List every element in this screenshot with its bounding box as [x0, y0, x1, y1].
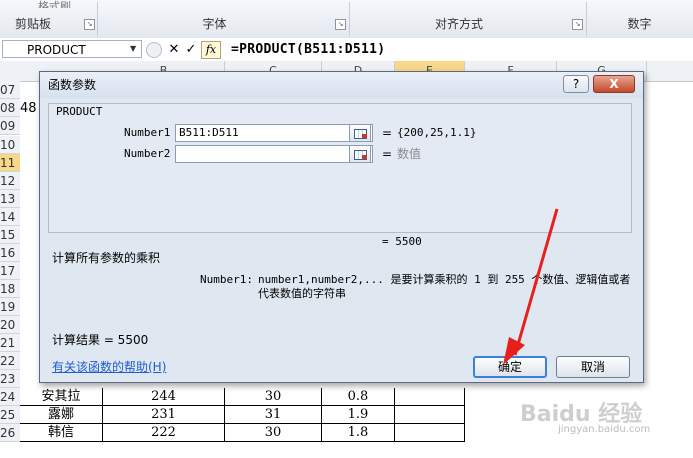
insert-function-icon[interactable]: fx [201, 41, 221, 59]
arg-description: number1,number2,... 是要计算乘积的 1 到 255 个数值、… [258, 273, 631, 300]
formula-result: = 5500 [382, 235, 422, 248]
cell-name[interactable]: 露娜 [20, 406, 103, 424]
group-number-label: 数字 [627, 17, 652, 31]
cell-value[interactable]: 31 [225, 406, 322, 424]
row-header[interactable]: 11 [0, 154, 20, 172]
cell-empty[interactable] [395, 406, 465, 424]
equals-sign: = [382, 147, 393, 161]
cell-value[interactable]: 244 [103, 388, 225, 406]
row-header[interactable]: 23 [0, 370, 20, 388]
row-header[interactable]: 14 [0, 208, 20, 226]
row-header[interactable]: 26 [0, 424, 20, 442]
cell-value[interactable]: 0.8 [322, 388, 395, 406]
row-header[interactable]: 24 [0, 388, 20, 406]
arg-label-number1: Number1 [124, 126, 171, 139]
cancel-button[interactable]: 取消 [556, 356, 630, 378]
group-font-label: 字体 [202, 17, 227, 31]
number2-input[interactable] [175, 145, 373, 163]
row-header[interactable]: 08 [0, 99, 20, 117]
function-name: PRODUCT [56, 105, 103, 118]
format-painter-label[interactable]: 格式刷 [38, 0, 71, 8]
row-header[interactable]: 25 [0, 406, 20, 424]
formula-input[interactable]: =PRODUCT(B511:D511) [231, 41, 385, 59]
row-header[interactable]: 20 [0, 316, 20, 334]
cell-value[interactable]: 30 [225, 424, 322, 442]
name-box[interactable]: PRODUCT [2, 40, 142, 58]
font-launcher-icon[interactable]: ↘ [335, 19, 346, 30]
cell-name[interactable]: 韩信 [20, 424, 103, 442]
confirm-entry-icon[interactable]: ✓ [183, 41, 199, 58]
formula-bar: PRODUCT ▼ ✕ ✓ fx =PRODUCT(B511:D511) [0, 38, 693, 62]
cell-name[interactable]: 安其拉 [20, 388, 103, 406]
cell-value[interactable]: 222 [103, 424, 225, 442]
alignment-launcher-icon[interactable]: ↘ [572, 19, 583, 30]
row-header[interactable]: 18 [0, 280, 20, 298]
cell-value[interactable]: 1.9 [322, 406, 395, 424]
cancel-entry-icon[interactable]: ✕ [166, 41, 182, 58]
cell-value[interactable]: 231 [103, 406, 225, 424]
equals-sign: = [382, 126, 393, 140]
cell-value[interactable]: 48 [20, 100, 37, 118]
group-clipboard-label: 剪贴板 [14, 17, 51, 31]
row-header[interactable]: 15 [0, 226, 20, 244]
row-header[interactable]: 10 [0, 136, 20, 154]
row-header[interactable]: 12 [0, 172, 20, 190]
help-icon[interactable]: ? [563, 75, 589, 93]
row-header[interactable]: 16 [0, 244, 20, 262]
row-header[interactable]: 17 [0, 262, 20, 280]
row-header[interactable]: 07 [0, 81, 20, 99]
cell-value[interactable]: 1.8 [322, 424, 395, 442]
chevron-down-icon[interactable]: ▼ [130, 44, 136, 53]
arg-label-number2: Number2 [124, 147, 171, 160]
formula-bar-expand-icon[interactable] [146, 42, 162, 58]
calculation-result: 计算结果 = 5500 [52, 333, 149, 347]
dialog-title-bar[interactable]: 函数参数 ? X [40, 72, 643, 98]
number2-result: 数值 [397, 147, 422, 161]
number1-input[interactable]: B511:D511 [175, 124, 373, 142]
collapse-dialog-icon[interactable] [349, 145, 371, 163]
cell-value[interactable]: 30 [225, 388, 322, 406]
dialog-title: 函数参数 [48, 78, 97, 92]
row-header[interactable]: 22 [0, 352, 20, 370]
watermark-url: jingyan.baidu.com [558, 424, 651, 435]
close-icon[interactable]: X [593, 75, 635, 93]
row-header[interactable]: 13 [0, 190, 20, 208]
arg-description-label: Number1: [200, 273, 253, 286]
ribbon: 格式刷 剪贴板 ↘ 字体 ↘ 对齐方式 ↘ 数字 [0, 0, 693, 39]
group-alignment-label: 对齐方式 [434, 17, 483, 31]
annotation-arrow-icon [503, 208, 559, 365]
cell-empty[interactable] [395, 388, 465, 406]
help-link[interactable]: 有关该函数的帮助(H) [52, 359, 166, 375]
row-header[interactable]: 21 [0, 334, 20, 352]
cell-empty[interactable] [395, 424, 465, 442]
number1-result: {200,25,1.1} [397, 126, 477, 139]
clipboard-launcher-icon[interactable]: ↘ [84, 19, 95, 30]
collapse-dialog-icon[interactable] [349, 124, 371, 142]
row-header[interactable]: 09 [0, 117, 20, 135]
row-header[interactable]: 19 [0, 298, 20, 316]
function-description: 计算所有参数的乘积 [52, 251, 161, 265]
